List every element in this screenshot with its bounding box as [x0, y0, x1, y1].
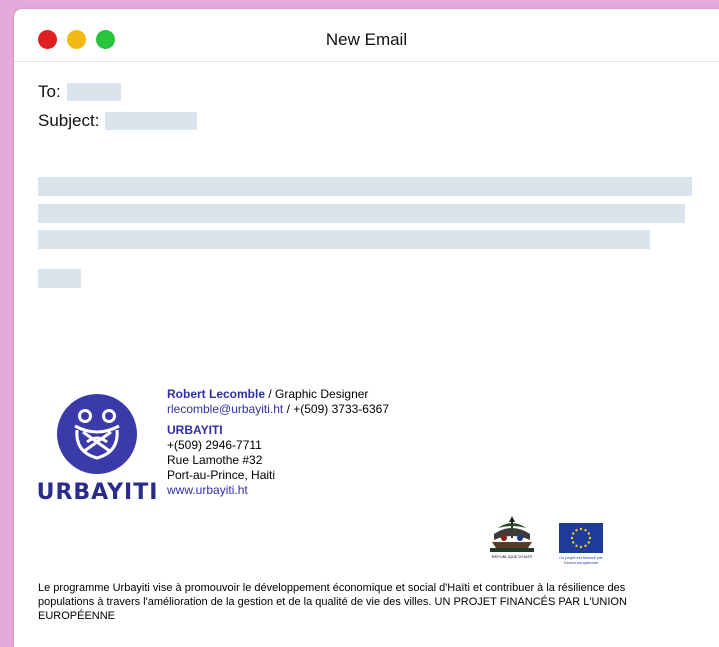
footer-disclaimer: Le programme Urbayiti vise à promouvoir … — [38, 582, 627, 622]
to-input[interactable] — [66, 83, 121, 101]
body-text-line[interactable] — [38, 177, 692, 196]
haiti-coat-of-arms: RÉPUBLIQUE D'HAÏTI — [486, 514, 538, 562]
signature-phone: +(509) 3733-6367 — [293, 402, 389, 416]
signature-name: Robert Lecomble — [167, 387, 266, 401]
subject-field[interactable]: Subject: — [38, 111, 198, 131]
eu-flag-logo: Ce projet est financé par l'Union europé… — [556, 523, 606, 565]
body-text-line[interactable] — [38, 204, 685, 223]
signature-role: Graphic Designer — [275, 387, 369, 401]
title-bar: New Email — [14, 9, 719, 62]
to-field[interactable]: To: — [38, 82, 121, 102]
haiti-label: RÉPUBLIQUE D'HAÏTI — [491, 554, 533, 559]
email-compose-window: New Email To: Subject: URBAYITI Robert L… — [14, 9, 719, 647]
subject-input[interactable] — [105, 112, 198, 130]
signature-website-link[interactable]: www.urbayiti.ht — [167, 483, 389, 498]
signature-org-name: URBAYITI — [167, 423, 223, 437]
urbayiti-emblem-icon — [57, 394, 137, 474]
haiti-coat-of-arms-icon — [490, 516, 534, 552]
email-signature: Robert Lecomble / Graphic Designer rleco… — [167, 387, 389, 498]
subject-label: Subject: — [38, 111, 100, 130]
signature-address-line2: Port-au-Prince, Haiti — [167, 468, 276, 482]
signature-separator: / — [265, 387, 276, 401]
eu-flag-icon — [559, 523, 603, 553]
signature-email-link[interactable]: rlecomble@urbayiti.ht — [167, 402, 283, 416]
signature-org-phone: +(509) 2946-7711 — [167, 438, 262, 452]
urbayiti-logo: URBAYITI — [36, 394, 159, 506]
window-title: New Email — [325, 30, 408, 49]
body-text-line[interactable] — [38, 230, 650, 249]
signature-address-line1: Rue Lamothe #32 — [167, 453, 263, 467]
signature-contact-separator: / — [283, 402, 294, 416]
eu-label: Ce projet est financé par l'Union europé… — [559, 555, 603, 565]
body-text-line[interactable] — [38, 269, 81, 288]
urbayiti-wordmark: URBAYITI — [36, 480, 159, 505]
to-label: To: — [38, 82, 61, 101]
